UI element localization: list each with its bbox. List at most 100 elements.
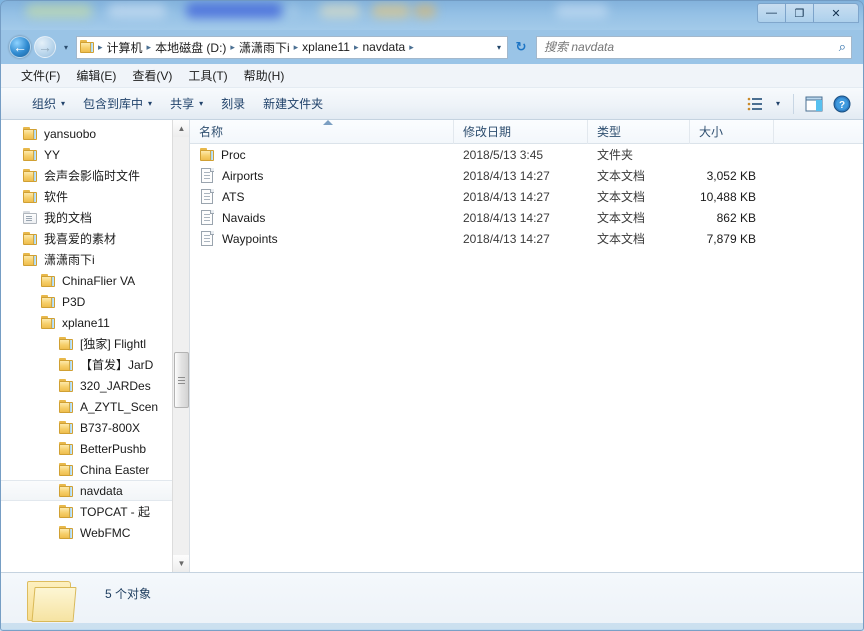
menu-help[interactable]: 帮助(H) bbox=[236, 65, 293, 86]
folder-icon bbox=[23, 168, 39, 183]
tree-item-18[interactable]: TOPCAT - 起 bbox=[1, 501, 173, 522]
tree-item-4[interactable]: 我的文档 bbox=[1, 207, 173, 228]
scroll-up-arrow-icon[interactable]: ▲ bbox=[173, 120, 189, 137]
tree-item-11[interactable]: 【首发】JarD bbox=[1, 354, 173, 375]
search-icon[interactable]: ⌕ bbox=[839, 39, 846, 55]
menu-file[interactable]: 文件(F) bbox=[13, 65, 68, 86]
tree-item-selected[interactable]: navdata bbox=[1, 480, 173, 501]
tree-item-19[interactable]: WebFMC bbox=[1, 522, 173, 543]
tree-item-15[interactable]: BetterPushb bbox=[1, 438, 173, 459]
forward-button[interactable]: → bbox=[34, 36, 56, 58]
cell-name[interactable]: Waypoints bbox=[190, 230, 454, 247]
tree-item-0[interactable]: yansuobo bbox=[1, 123, 173, 144]
tree-item-13[interactable]: A_ZYTL_Scen bbox=[1, 396, 173, 417]
cell-name[interactable]: Navaids bbox=[190, 209, 454, 226]
text-file-icon bbox=[200, 167, 216, 184]
breadcrumb-item-computer[interactable]: 计算机 bbox=[104, 38, 146, 57]
recent-locations-button[interactable]: ▾ bbox=[60, 43, 72, 52]
cell-name[interactable]: ATS bbox=[190, 188, 454, 205]
include-in-library-button[interactable]: 包含到库中 ▾ bbox=[74, 90, 161, 117]
breadcrumb-item-xplane11[interactable]: xplane11 bbox=[299, 39, 353, 55]
tree-item-label: BetterPushb bbox=[80, 441, 147, 456]
scroll-down-arrow-icon[interactable]: ▼ bbox=[173, 555, 189, 572]
folder-icon bbox=[41, 315, 57, 330]
tree-item-3[interactable]: 软件 bbox=[1, 186, 173, 207]
menu-edit[interactable]: 编辑(E) bbox=[68, 65, 124, 86]
organize-button[interactable]: 组织 ▾ bbox=[23, 90, 74, 117]
table-row[interactable]: Waypoints 2018/4/13 14:27 文本文档 7,879 KB bbox=[190, 228, 863, 249]
menu-view[interactable]: 查看(V) bbox=[124, 65, 180, 86]
cell-date-modified: 2018/4/13 14:27 bbox=[463, 168, 550, 183]
tree-item-label: China Easter bbox=[80, 462, 150, 477]
tree-item-label: WebFMC bbox=[80, 525, 131, 540]
tree-item-14[interactable]: B737-800X bbox=[1, 417, 173, 438]
refresh-button[interactable]: ↻ bbox=[510, 36, 532, 59]
new-folder-button[interactable]: 新建文件夹 bbox=[254, 90, 332, 117]
cell-size: 862 KB bbox=[716, 210, 756, 225]
tree-item-9[interactable]: xplane11 bbox=[1, 312, 173, 333]
tree-item-16[interactable]: China Easter bbox=[1, 459, 173, 480]
tree-item-7[interactable]: ChinaFlier VA bbox=[1, 270, 173, 291]
table-row[interactable]: Proc 2018/5/13 3:45 文件夹 bbox=[190, 144, 863, 165]
forward-arrow-icon: → bbox=[38, 39, 52, 55]
close-button[interactable]: ✕ bbox=[813, 3, 859, 23]
file-name-label: ATS bbox=[222, 189, 245, 204]
cell-type: 文本文档 bbox=[597, 211, 646, 225]
navigation-pane-scrollbar[interactable]: ▲ ▼ bbox=[172, 120, 189, 572]
tree-item-10[interactable]: [独家] Flightl bbox=[1, 333, 173, 354]
minimize-button[interactable]: — bbox=[757, 3, 786, 23]
back-arrow-icon: ← bbox=[13, 39, 27, 55]
cell-name[interactable]: Proc bbox=[190, 147, 454, 162]
folder-icon bbox=[41, 273, 57, 288]
status-bar: 5 个对象 bbox=[1, 572, 863, 629]
tree-item-5[interactable]: 我喜爱的素材 bbox=[1, 228, 173, 249]
tree-item-8[interactable]: P3D bbox=[1, 291, 173, 312]
folder-icon bbox=[59, 336, 75, 351]
folder-icon bbox=[23, 189, 39, 204]
folder-icon bbox=[41, 294, 57, 309]
search-box[interactable]: ⌕ bbox=[536, 35, 852, 59]
table-row[interactable]: ATS 2018/4/13 14:27 文本文档 10,488 KB bbox=[190, 186, 863, 207]
table-row[interactable]: Navaids 2018/4/13 14:27 文本文档 862 KB bbox=[190, 207, 863, 228]
file-name-label: Airports bbox=[222, 168, 264, 183]
breadcrumb[interactable]: ▸ 计算机 ▸ 本地磁盘 (D:) ▸ 潇潇雨下i ▸ xplane11 ▸ n… bbox=[76, 35, 508, 59]
scrollbar-thumb[interactable] bbox=[174, 352, 189, 408]
column-header-0[interactable]: 名称 bbox=[190, 120, 454, 144]
svg-text:?: ? bbox=[839, 100, 845, 111]
organize-label: 组织 bbox=[32, 97, 57, 111]
column-header-3[interactable]: 大小 bbox=[690, 120, 774, 144]
tree-item-2[interactable]: 会声会影临时文件 bbox=[1, 165, 173, 186]
share-with-button[interactable]: 共享 ▾ bbox=[161, 90, 212, 117]
help-button[interactable]: ? bbox=[829, 92, 855, 116]
chevron-down-icon: ▾ bbox=[63, 42, 68, 52]
show-preview-pane-button[interactable] bbox=[801, 92, 827, 116]
column-header-label: 名称 bbox=[199, 125, 224, 139]
tree-item-6[interactable]: 潇潇雨下i bbox=[1, 249, 173, 270]
burn-button[interactable]: 刻录 bbox=[212, 90, 254, 117]
tree-item-1[interactable]: YY bbox=[1, 144, 173, 165]
table-row[interactable]: Airports 2018/4/13 14:27 文本文档 3,052 KB bbox=[190, 165, 863, 186]
column-header-2[interactable]: 类型 bbox=[588, 120, 690, 144]
status-item-count: 5 个对象 bbox=[105, 587, 152, 601]
tree-item-12[interactable]: 320_JARDes bbox=[1, 375, 173, 396]
include-in-library-label: 包含到库中 bbox=[83, 97, 144, 111]
close-icon: ✕ bbox=[831, 7, 841, 20]
change-view-button[interactable] bbox=[742, 92, 768, 116]
menu-tools[interactable]: 工具(T) bbox=[180, 65, 235, 86]
chevron-down-icon: ▾ bbox=[148, 99, 153, 108]
tree-item-label: navdata bbox=[80, 483, 123, 498]
breadcrumb-item-user-folder[interactable]: 潇潇雨下i bbox=[236, 38, 293, 57]
change-view-dropdown[interactable]: ▾ bbox=[770, 92, 786, 116]
column-header-1[interactable]: 修改日期 bbox=[454, 120, 588, 144]
refresh-icon: ↻ bbox=[515, 39, 527, 54]
breadcrumb-item-drive-d[interactable]: 本地磁盘 (D:) bbox=[152, 38, 229, 57]
maximize-button[interactable]: ❐ bbox=[785, 3, 814, 23]
breadcrumb-item-navdata[interactable]: navdata bbox=[360, 39, 409, 55]
toolbar-right-group: ▾ ? bbox=[742, 92, 863, 116]
folder-icon bbox=[59, 420, 75, 435]
back-button[interactable]: ← bbox=[9, 36, 31, 58]
cell-name[interactable]: Airports bbox=[190, 167, 454, 184]
address-dropdown-icon[interactable]: ▾ bbox=[497, 43, 505, 52]
cell-type: 文件夹 bbox=[597, 148, 634, 162]
search-input[interactable] bbox=[542, 39, 839, 55]
